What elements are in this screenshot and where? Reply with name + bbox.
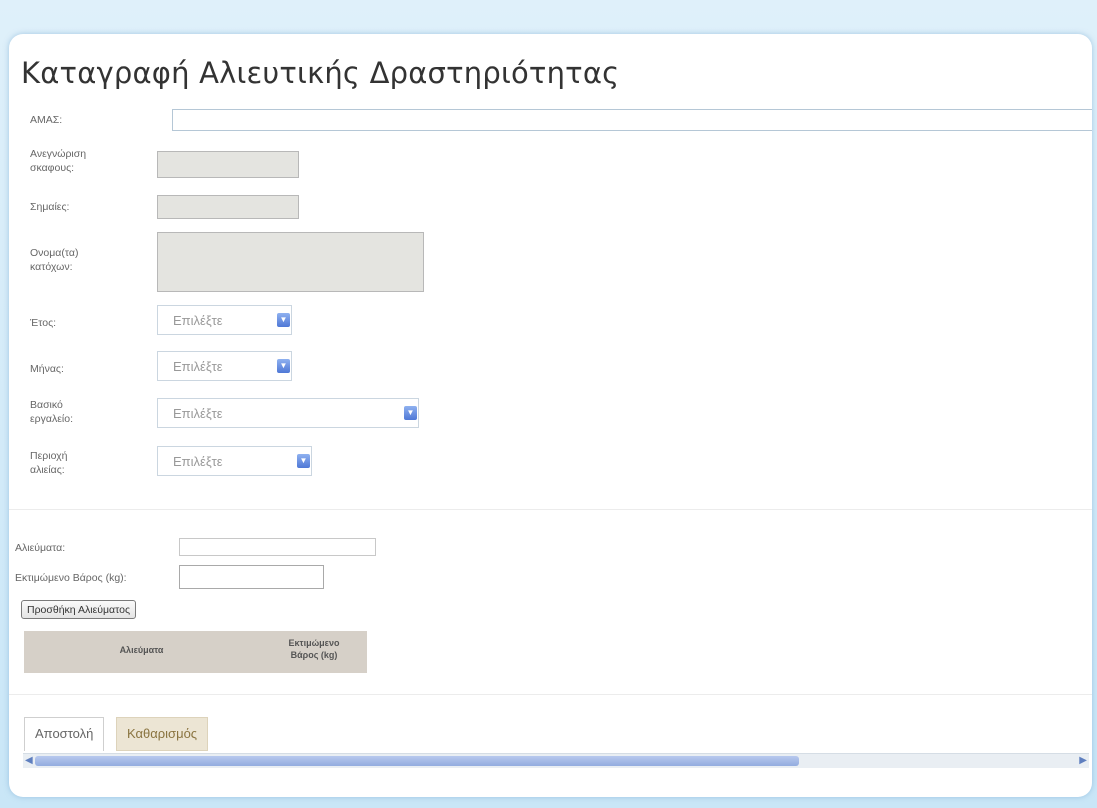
flag-label: Σημαίες: — [30, 201, 70, 213]
grid-header-species: Αλιεύματα — [119, 645, 164, 655]
vessel-label: Ανεγνώριση σκαφους: — [30, 147, 86, 175]
month-select[interactable]: Επιλέξτε ▼ — [157, 351, 292, 381]
gear-label-line1: Βασικό — [30, 399, 63, 411]
year-select[interactable]: Επιλέξτε ▼ — [157, 305, 292, 335]
chevron-down-icon[interactable]: ▼ — [277, 359, 290, 373]
divider — [9, 509, 1092, 510]
year-label: Έτος: — [30, 317, 57, 329]
flag-field — [157, 195, 299, 219]
owners-label-line1: Ονομα(τα) — [30, 247, 79, 259]
weight-label: Εκτιμώμενο Βάρος (kg): — [15, 572, 127, 584]
scrollbar-thumb[interactable] — [35, 756, 799, 766]
area-label-line1: Περιοχή — [30, 450, 68, 462]
area-select[interactable]: Επιλέξτε ▼ — [157, 446, 312, 476]
weight-input[interactable] — [179, 565, 324, 589]
catch-grid-header: Αλιεύματα Εκτιμώμενο Βάρος (kg) — [24, 631, 367, 673]
area-label: Περιοχή αλιείας: — [30, 449, 67, 477]
chevron-down-icon[interactable]: ▼ — [277, 313, 290, 327]
chevron-down-icon[interactable]: ▼ — [404, 406, 417, 420]
gear-label-line2: εργαλείο: — [30, 413, 73, 425]
send-button[interactable]: Αποστολή — [24, 717, 105, 751]
amas-input[interactable] — [172, 109, 1092, 131]
owners-field — [157, 232, 424, 292]
owners-label-line2: κατόχων: — [30, 261, 73, 273]
grid-header-weight-line2: Βάρος (kg) — [290, 650, 338, 660]
species-label: Αλιεύματα: — [15, 542, 66, 554]
vessel-label-line2: σκαφους: — [30, 162, 75, 174]
grid-header-weight-line1: Εκτιμώμενο — [288, 638, 340, 648]
scroll-left-icon[interactable]: ◀ — [25, 754, 33, 768]
chevron-down-icon[interactable]: ▼ — [297, 454, 310, 468]
grid-header-weight: Εκτιμώμενο Βάρος (kg) — [264, 637, 364, 661]
horizontal-scrollbar[interactable]: ◀ ▶ — [23, 753, 1089, 768]
page-title: Καταγραφή Αλιευτικής Δραστηριότητας — [21, 56, 620, 90]
clear-button[interactable]: Καθαρισμός — [116, 717, 209, 751]
area-select-value: Επιλέξτε — [173, 454, 223, 469]
vessel-label-line1: Ανεγνώριση — [30, 148, 87, 160]
amas-label: ΑΜΑΣ: — [30, 114, 63, 126]
owners-label: Ονομα(τα) κατόχων: — [30, 246, 78, 274]
divider — [9, 694, 1092, 695]
form-panel: Καταγραφή Αλιευτικής Δραστηριότητας ΑΜΑΣ… — [9, 34, 1092, 797]
scroll-right-icon[interactable]: ▶ — [1079, 754, 1087, 768]
gear-select-value: Επιλέξτε — [173, 406, 223, 421]
add-catch-button[interactable]: Προσθήκη Αλιεύματος — [21, 600, 137, 619]
month-select-value: Επιλέξτε — [173, 359, 223, 374]
species-input[interactable] — [179, 538, 376, 556]
area-label-line2: αλιείας: — [30, 464, 65, 476]
month-label: Μήνας: — [30, 363, 64, 375]
year-select-value: Επιλέξτε — [173, 313, 223, 328]
vessel-field — [157, 151, 299, 178]
gear-select[interactable]: Επιλέξτε ▼ — [157, 398, 419, 428]
gear-label: Βασικό εργαλείο: — [30, 398, 73, 426]
